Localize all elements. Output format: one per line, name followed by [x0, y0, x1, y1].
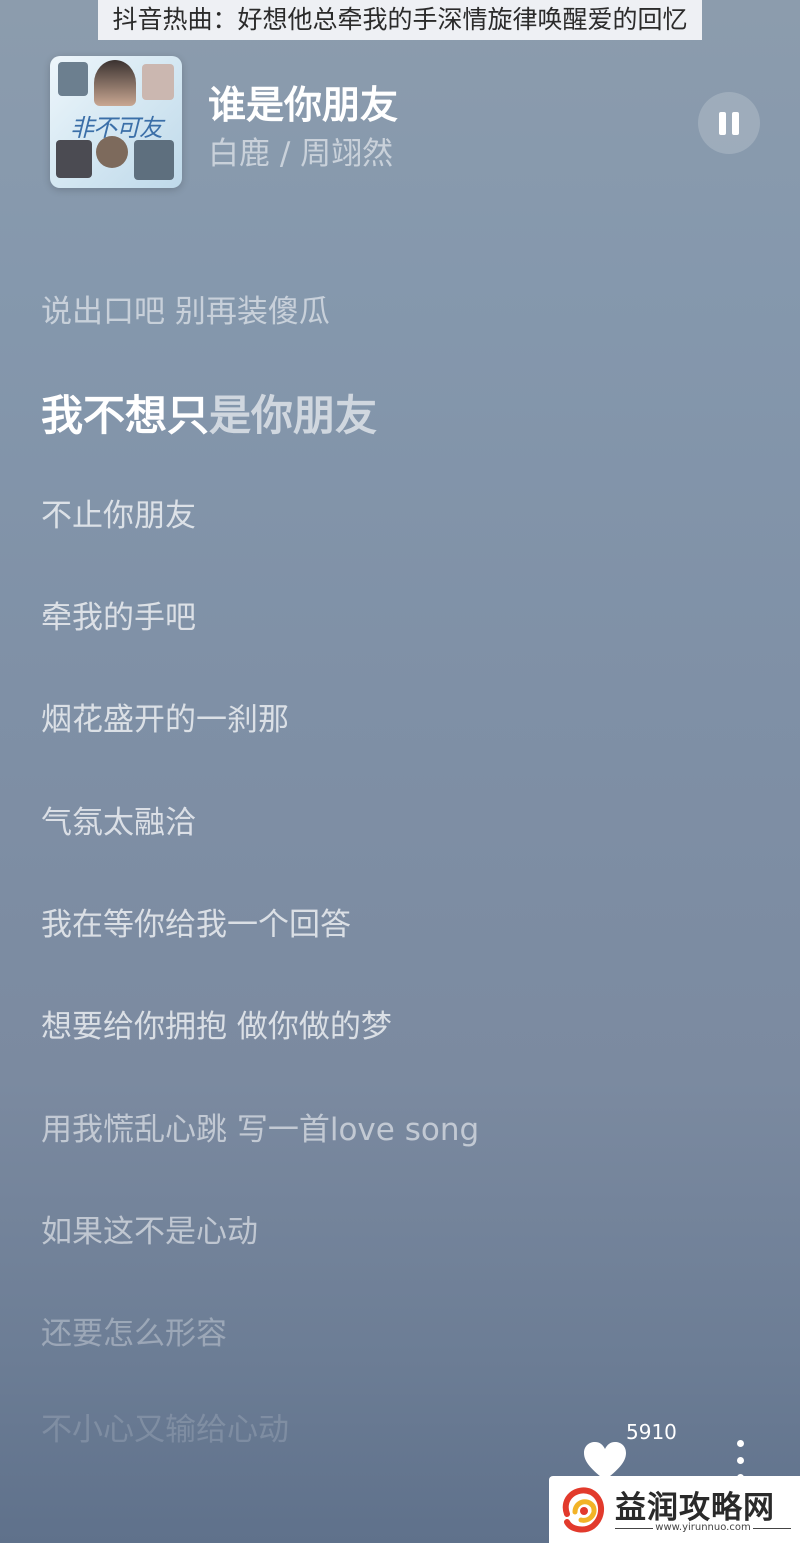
pause-button[interactable] — [698, 92, 760, 154]
site-logo-icon — [562, 1487, 604, 1533]
lyric-line[interactable]: 想要给你拥抱 做你做的梦 — [41, 1001, 392, 1046]
lyric-line[interactable]: 如果这不是心动 — [41, 1206, 258, 1251]
song-title: 谁是你朋友 — [208, 83, 399, 127]
lyric-line[interactable]: 不小心又输给心动 — [41, 1404, 289, 1449]
lyric-current-sung: 我不想只 — [41, 391, 210, 440]
song-artist: 白鹿 / 周翊然 — [208, 136, 394, 172]
lyric-line-previous[interactable]: 说出口吧 别再装傻瓜 — [41, 286, 330, 331]
lyric-line[interactable]: 牵我的手吧 — [41, 592, 196, 637]
cover-photo — [142, 64, 174, 100]
cover-photo — [134, 140, 174, 180]
cover-photo — [94, 60, 136, 106]
cover-photo — [56, 140, 92, 178]
cover-photo — [58, 62, 88, 96]
site-watermark: 益润攻略网 www.yirunnuo.com — [549, 1476, 800, 1543]
like-count: 5910 — [626, 1420, 677, 1444]
lyric-line[interactable]: 不止你朋友 — [41, 490, 196, 535]
album-cover[interactable]: 非不可友 — [50, 56, 182, 188]
pause-icon — [719, 112, 726, 135]
page-caption: 抖音热曲：好想他总牵我的手深情旋律唤醒爱的回忆 — [98, 0, 702, 40]
lyric-line[interactable]: 用我慌乱心跳 写一首love song — [41, 1104, 479, 1149]
lyric-line[interactable]: 烟花盛开的一刹那 — [41, 694, 289, 739]
pause-icon — [732, 112, 739, 135]
lyric-line-current[interactable]: 我不想只是你朋友 — [41, 382, 377, 443]
lyric-line[interactable]: 我在等你给我一个回答 — [41, 899, 351, 944]
lyric-line[interactable]: 还要怎么形容 — [41, 1308, 227, 1353]
cover-photo — [96, 136, 128, 168]
watermark-name: 益润攻略网 — [615, 1490, 775, 1526]
lyric-line[interactable]: 气氛太融洽 — [41, 797, 196, 842]
watermark-divider — [753, 1528, 791, 1529]
lyric-current-unsung: 是你朋友 — [209, 391, 378, 440]
